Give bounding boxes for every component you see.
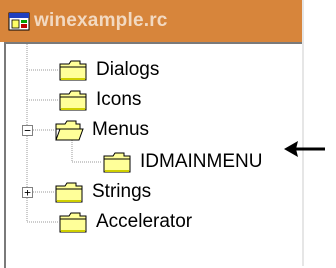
tree-item-strings[interactable]: Strings — [54, 177, 153, 207]
tree-item-icons[interactable]: Icons — [58, 85, 143, 115]
tree-item-label: Strings — [92, 181, 152, 202]
tree-item-label: Menus — [92, 119, 150, 140]
tree-item-label: Accelerator — [96, 211, 193, 232]
resource-window: winexample.rc − + Dialogs Icons Menus ID… — [0, 0, 304, 268]
expand-strings-toggle[interactable]: + — [22, 187, 33, 198]
folder-closed-icon — [59, 60, 87, 81]
folder-closed-icon — [103, 152, 131, 173]
tree-item-label: Icons — [96, 89, 142, 110]
folder-closed-icon — [59, 212, 87, 233]
tree-item-menus[interactable]: Menus — [54, 115, 151, 145]
tree-item-idmainmenu[interactable]: IDMAINMENU — [102, 147, 264, 177]
tree-item-accelerator[interactable]: Accelerator — [58, 207, 194, 237]
pointer-arrow-icon — [284, 141, 325, 157]
folder-closed-icon — [59, 90, 87, 111]
collapse-menus-toggle[interactable]: − — [22, 125, 33, 136]
folder-open-icon — [55, 120, 84, 141]
tree-item-label: IDMAINMENU — [140, 151, 263, 172]
tree-item-label: Dialogs — [96, 59, 160, 80]
resource-file-icon — [8, 12, 30, 31]
resource-tree: − + Dialogs Icons Menus IDMAINMENU Strin… — [4, 42, 302, 268]
window-title: winexample.rc — [34, 10, 168, 31]
title-bar[interactable]: winexample.rc — [0, 0, 302, 42]
folder-closed-icon — [55, 182, 83, 203]
tree-item-dialogs[interactable]: Dialogs — [58, 55, 161, 85]
